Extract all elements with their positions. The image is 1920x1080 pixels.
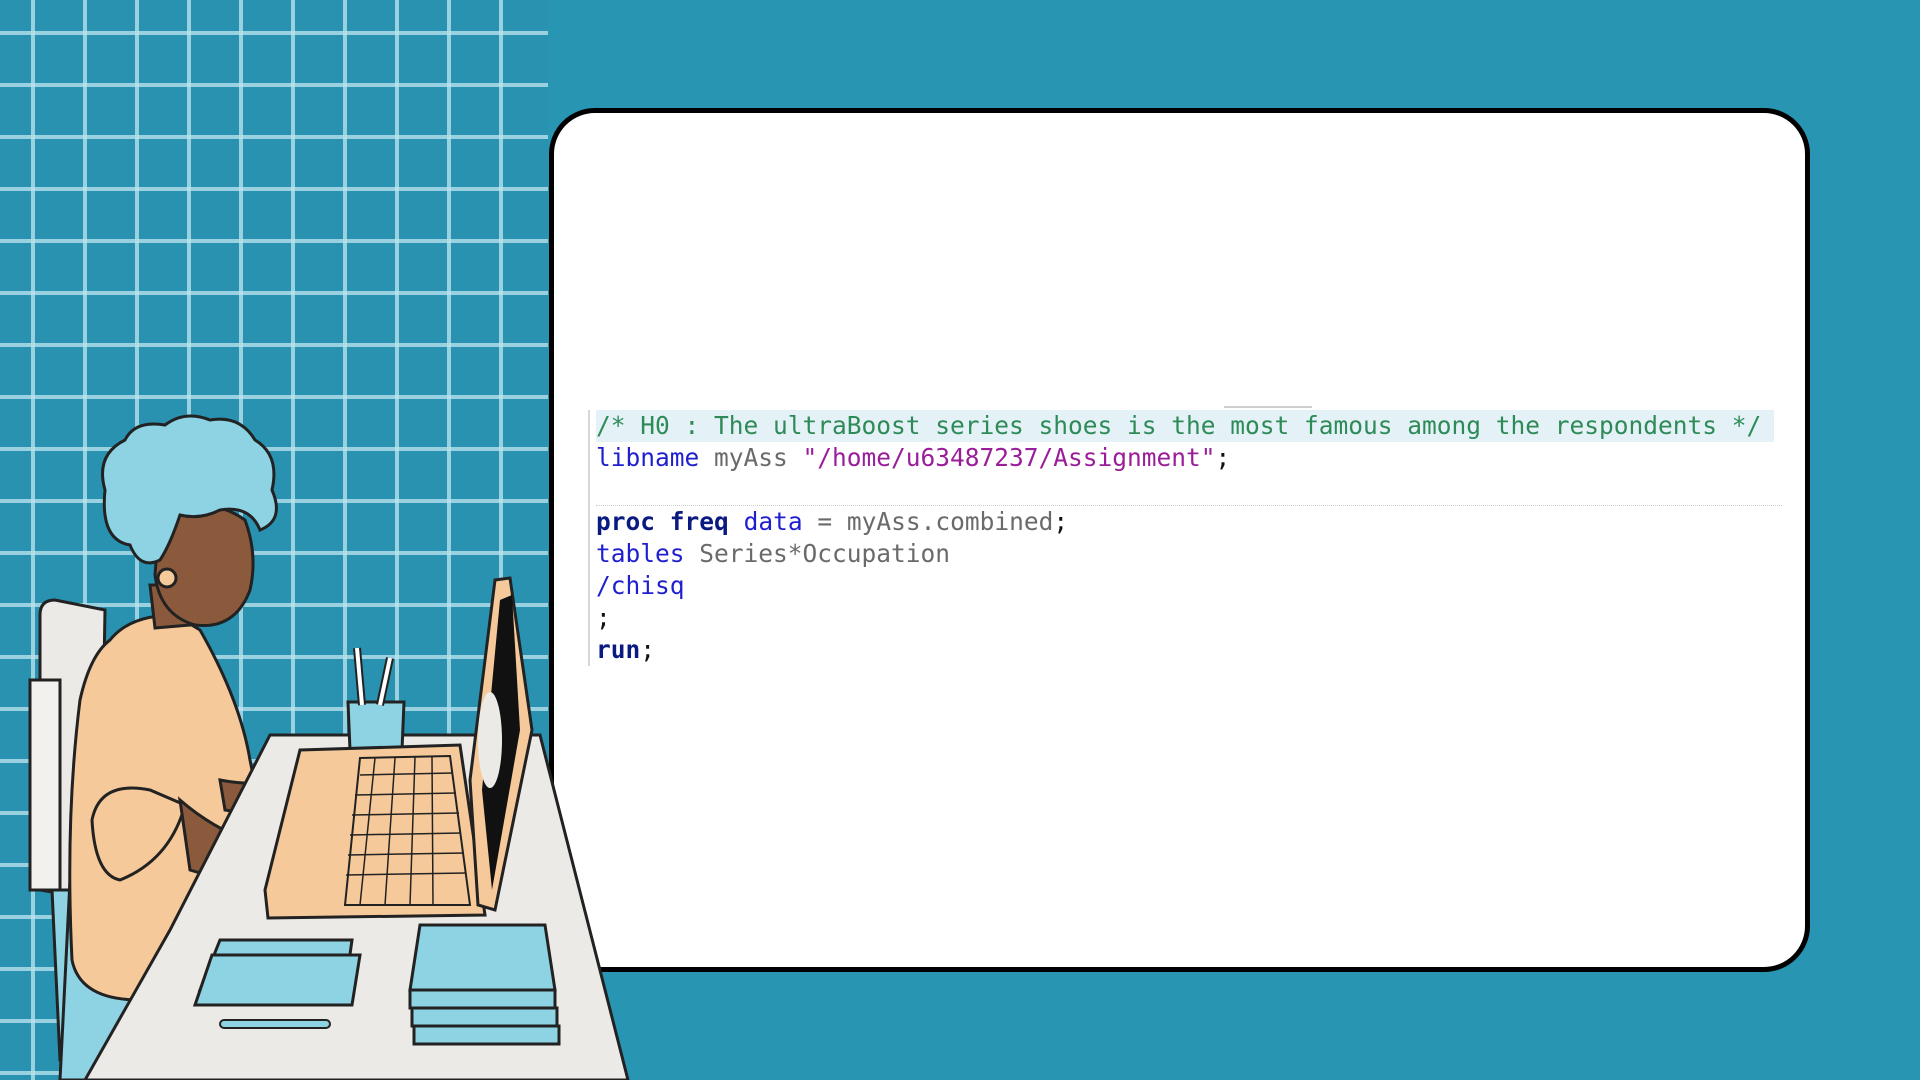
code-line-6: /chisq	[596, 570, 1782, 602]
keyword-freq: freq	[669, 507, 729, 536]
code-line-5: tables Series*Occupation	[596, 538, 1782, 570]
code-line-2: libname myAss "/home/u63487237/Assignmen…	[596, 442, 1782, 474]
libref-name: myAss	[699, 443, 803, 472]
path-string: "/home/u63487237/Assignment"	[802, 443, 1216, 472]
code-line-1: /* H0 : The ultraBoost series shoes is t…	[596, 410, 1774, 442]
comment-text: /* H0 : The ultraBoost series shoes is t…	[596, 411, 1762, 440]
semicolon: ;	[1215, 443, 1231, 472]
option-data: data	[743, 507, 803, 536]
tables-vars: Series*Occupation	[684, 539, 951, 568]
code-editor[interactable]: /* H0 : The ultraBoost series shoes is t…	[588, 410, 1782, 666]
code-line-8: run;	[596, 634, 1782, 666]
code-line-4: proc freq data = myAss.combined;	[596, 506, 1782, 538]
woman-typing-at-laptop-icon	[28, 414, 630, 1080]
code-line-3	[596, 474, 1782, 506]
semicolon: ;	[1053, 507, 1069, 536]
code-line-7: ;	[596, 602, 1782, 634]
semicolon: ;	[640, 635, 656, 664]
dataset-ref: = myAss.combined	[802, 507, 1054, 536]
editor-divider	[1224, 406, 1312, 408]
